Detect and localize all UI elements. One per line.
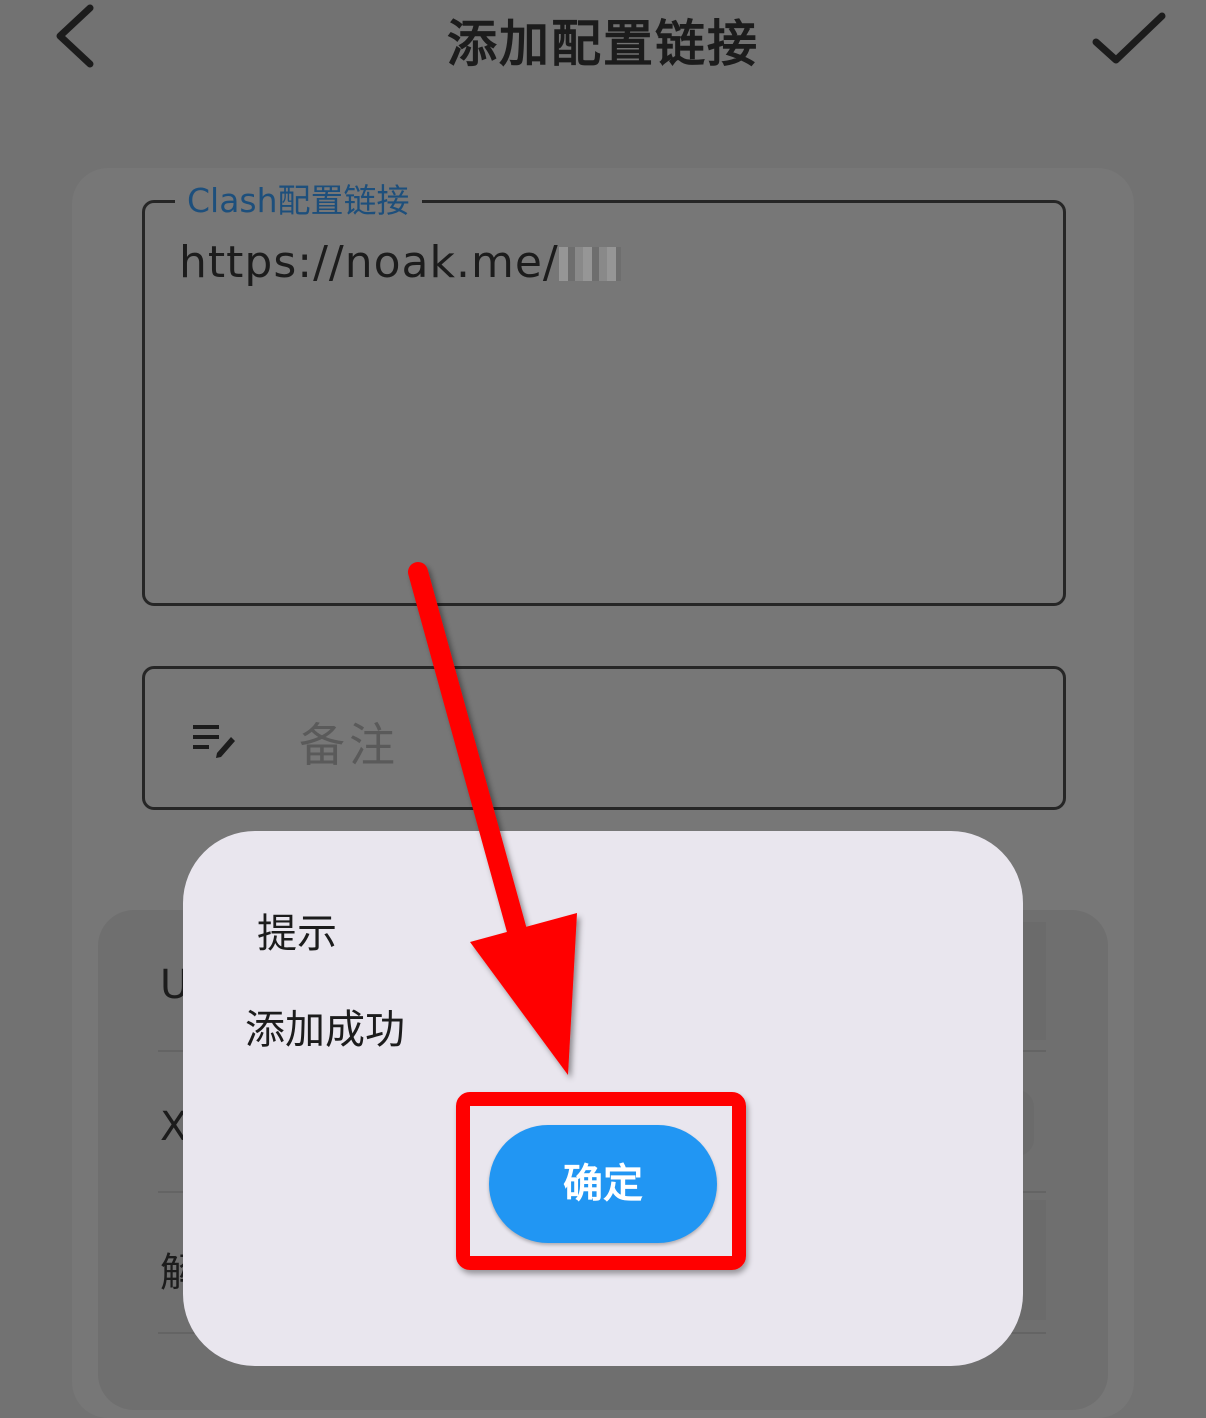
url-field[interactable]: Clash配置链接 https://noak.me/ xyxy=(142,179,1066,606)
edit-note-icon xyxy=(193,725,235,758)
ok-button[interactable]: 确定 xyxy=(489,1125,717,1243)
settings-row-accessory xyxy=(1020,1200,1046,1320)
url-text: https://noak.me/ xyxy=(179,237,559,288)
note-field[interactable]: 备注 xyxy=(142,666,1066,810)
dialog-title: 提示 xyxy=(257,911,337,957)
settings-row-accessory xyxy=(1020,922,1046,1040)
page-title: 添加配置链接 xyxy=(447,15,759,73)
dialog-message: 添加成功 xyxy=(245,1007,405,1053)
app-header: 添加配置链接 xyxy=(0,0,1206,90)
url-field-label: Clash配置链接 xyxy=(175,179,422,223)
url-field-value[interactable]: https://noak.me/ xyxy=(179,237,621,288)
confirm-button[interactable] xyxy=(1088,6,1170,72)
note-placeholder: 备注 xyxy=(299,718,399,772)
redacted-block xyxy=(558,247,621,281)
check-icon xyxy=(1092,12,1166,64)
